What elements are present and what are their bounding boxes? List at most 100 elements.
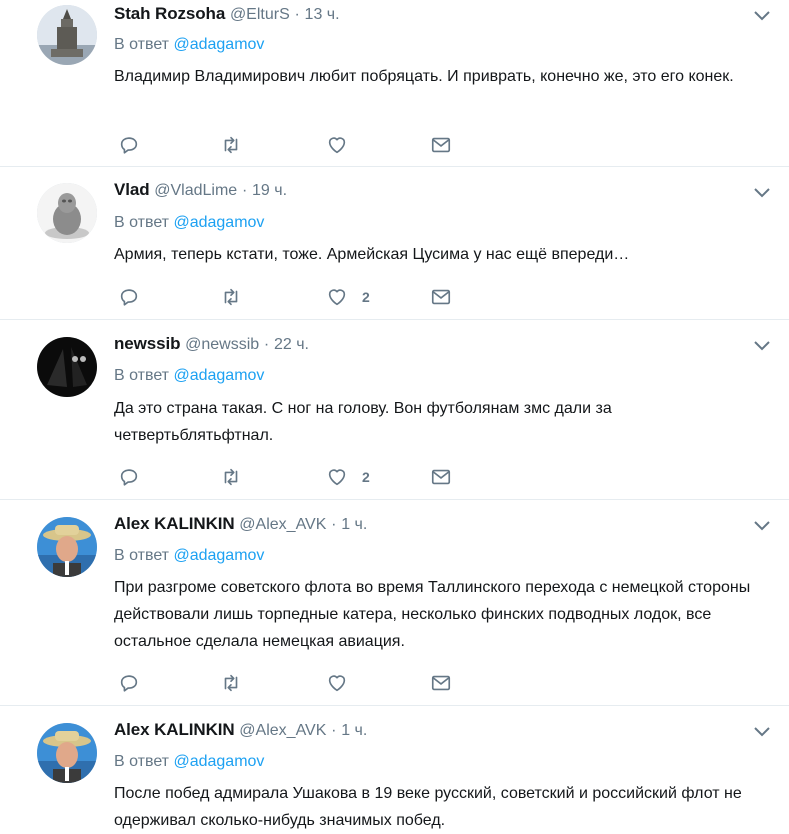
tweet-text: Владимир Владимирович любит побряцать. И… <box>114 68 734 85</box>
direct-message-button[interactable] <box>430 285 452 309</box>
tweet-actions: 2 <box>118 285 458 309</box>
reply-icon <box>120 137 138 154</box>
retweet-icon <box>224 674 238 692</box>
separator-dot: · <box>263 336 270 353</box>
chevron-down-icon[interactable] <box>753 725 771 739</box>
monument-avatar <box>37 5 97 65</box>
tweet-header: Stah Rozsoha @ElturS · 13 ч. <box>114 3 340 26</box>
chevron-down-icon[interactable] <box>753 186 771 200</box>
reply-mention-link[interactable]: @adagamov <box>173 367 264 384</box>
dark-avatar <box>37 337 97 397</box>
tweet-header: Alex KALINKIN @Alex_AVK · 1 ч. <box>114 513 367 536</box>
author-handle[interactable]: @Alex_AVK <box>239 516 326 533</box>
tweet[interactable]: newssib @newssib · 22 ч. В ответ @adagam… <box>0 320 789 500</box>
reply-prefix: В ответ <box>114 214 170 231</box>
envelope-icon <box>431 137 451 153</box>
reply-button[interactable] <box>118 465 140 489</box>
like-count: 2 <box>362 469 370 485</box>
avatar[interactable] <box>37 5 97 65</box>
direct-message-button[interactable] <box>430 465 452 489</box>
timestamp[interactable]: 1 ч. <box>341 516 367 533</box>
reply-prefix: В ответ <box>114 547 170 564</box>
direct-message-button[interactable] <box>430 671 452 695</box>
sculpture-avatar <box>37 183 97 243</box>
like-button[interactable]: 2 <box>326 285 370 309</box>
retweet-icon <box>224 288 238 306</box>
author-name[interactable]: Stah Rozsoha <box>114 4 225 23</box>
tweet-header: Alex KALINKIN @Alex_AVK · 1 ч. <box>114 719 367 742</box>
timestamp[interactable]: 1 ч. <box>341 722 367 739</box>
retweet-button[interactable] <box>220 133 242 157</box>
tweet[interactable]: Alex KALINKIN @Alex_AVK · 1 ч. В ответ @… <box>0 500 789 706</box>
reply-icon <box>120 289 138 306</box>
author-handle[interactable]: @Alex_AVK <box>239 722 326 739</box>
author-name[interactable]: Alex KALINKIN <box>114 720 235 739</box>
heart-icon <box>328 675 346 692</box>
tweet-header: Vlad @VladLime · 19 ч. <box>114 179 287 202</box>
separator-dot: · <box>241 182 248 199</box>
reply-icon <box>120 469 138 486</box>
chevron-down-icon[interactable] <box>753 9 771 23</box>
retweet-icon <box>224 468 238 486</box>
reply-mention-link[interactable]: @adagamov <box>173 547 264 564</box>
retweet-icon <box>224 136 238 154</box>
retweet-button[interactable] <box>220 671 242 695</box>
separator-dot: · <box>294 6 300 23</box>
heart-icon <box>328 469 346 486</box>
envelope-icon <box>431 289 451 305</box>
like-button[interactable]: 2 <box>326 465 370 489</box>
reply-context: В ответ @adagamov <box>114 751 264 773</box>
tweet[interactable]: Vlad @VladLime · 19 ч. В ответ @adagamov… <box>0 167 789 320</box>
reply-icon <box>120 675 138 692</box>
tweet-header: newssib @newssib · 22 ч. <box>114 333 309 356</box>
envelope-icon <box>431 675 451 691</box>
reply-context: В ответ @adagamov <box>114 212 264 234</box>
author-handle[interactable]: @newssib <box>185 336 259 353</box>
author-name[interactable]: Vlad <box>114 180 150 199</box>
author-handle[interactable]: @VladLime <box>154 182 237 199</box>
tweet[interactable]: Alex KALINKIN @Alex_AVK · 1 ч. В ответ @… <box>0 706 789 833</box>
reply-context: В ответ @adagamov <box>114 365 264 387</box>
chevron-down-icon[interactable] <box>753 339 771 353</box>
tweet-text: Армия, теперь кстати, тоже. Армейская Цу… <box>114 246 630 263</box>
tweet-actions <box>118 671 458 695</box>
like-button[interactable] <box>326 133 362 157</box>
tweet-actions <box>118 133 458 157</box>
avatar[interactable] <box>37 183 97 243</box>
reply-mention-link[interactable]: @adagamov <box>173 214 264 231</box>
author-handle[interactable]: @ElturS <box>230 6 290 23</box>
retweet-button[interactable] <box>220 285 242 309</box>
author-name[interactable]: newssib <box>114 334 180 353</box>
reply-context: В ответ @adagamov <box>114 34 264 56</box>
like-count: 2 <box>362 289 370 305</box>
timestamp[interactable]: 19 ч. <box>252 182 287 199</box>
reply-prefix: В ответ <box>114 753 170 770</box>
hat-man-avatar <box>37 517 97 577</box>
timestamp[interactable]: 13 ч. <box>305 6 340 23</box>
chevron-down-icon[interactable] <box>753 519 771 533</box>
reply-prefix: В ответ <box>114 367 170 384</box>
envelope-icon <box>431 469 451 485</box>
retweet-button[interactable] <box>220 465 242 489</box>
reply-context: В ответ @adagamov <box>114 545 264 567</box>
tweet-text: После побед адмирала Ушакова в 19 веке р… <box>114 785 742 829</box>
heart-icon <box>328 289 346 306</box>
tweet-text: Да это страна такая. С ног на голову. Во… <box>114 400 612 444</box>
avatar[interactable] <box>37 517 97 577</box>
hat-man-avatar <box>37 723 97 783</box>
reply-mention-link[interactable]: @adagamov <box>173 753 264 770</box>
tweet[interactable]: Stah Rozsoha @ElturS · 13 ч. В ответ @ad… <box>0 0 789 167</box>
reply-button[interactable] <box>118 133 140 157</box>
avatar[interactable] <box>37 337 97 397</box>
heart-icon <box>328 137 346 154</box>
like-button[interactable] <box>326 671 362 695</box>
direct-message-button[interactable] <box>430 133 452 157</box>
avatar[interactable] <box>37 723 97 783</box>
reply-button[interactable] <box>118 671 140 695</box>
reply-button[interactable] <box>118 285 140 309</box>
reply-prefix: В ответ <box>114 36 170 53</box>
author-name[interactable]: Alex KALINKIN <box>114 514 235 533</box>
timestamp[interactable]: 22 ч. <box>274 336 309 353</box>
tweet-text: При разгроме советского флота во время Т… <box>114 579 751 650</box>
reply-mention-link[interactable]: @adagamov <box>173 36 264 53</box>
